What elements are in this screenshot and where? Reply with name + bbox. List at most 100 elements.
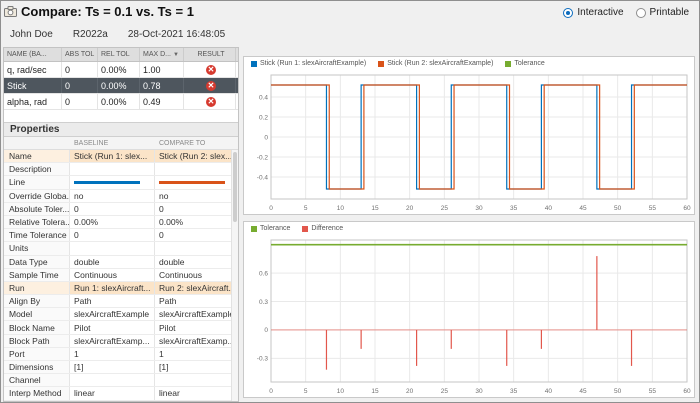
- radio-dot-icon: [563, 7, 574, 18]
- property-baseline-value[interactable]: [1]: [70, 361, 155, 374]
- svg-text:0: 0: [269, 388, 273, 395]
- properties-scrollbar[interactable]: [231, 150, 238, 401]
- property-compare-value[interactable]: 0.00%: [155, 216, 238, 228]
- signal-chart[interactable]: 0 5 10 15 20 25 30 35 40 45 50 55 60 -0.4 -0.2 0 0.2 0.4: [244, 70, 694, 213]
- column-header-label: ABS TOL: [65, 51, 95, 58]
- property-compare-value[interactable]: slexAircraftExample: [155, 308, 238, 320]
- properties-section-title: Properties: [10, 124, 60, 135]
- property-baseline-value[interactable]: slexAircraftExample: [70, 308, 155, 321]
- property-compare-value[interactable]: 0: [155, 229, 238, 241]
- property-baseline-value[interactable]: 0.00%: [70, 215, 155, 229]
- legend-item-stick-run-2-slexaircraftexample[interactable]: Stick (Run 2: slexAircraftExample): [378, 60, 493, 67]
- property-baseline-value[interactable]: Continuous: [70, 268, 155, 281]
- legend-item-stick-run-1-slexaircraftexample[interactable]: Stick (Run 1: slexAircraftExample): [251, 60, 366, 67]
- property-baseline-value[interactable]: [70, 176, 155, 189]
- results-column-header-rel-tol[interactable]: REL TOL: [98, 48, 140, 61]
- svg-text:0.4: 0.4: [259, 94, 268, 101]
- property-compare-value[interactable]: Path: [155, 295, 238, 307]
- property-row-align-by: Align By Path Path: [4, 295, 238, 309]
- properties-column-compare-to: COMPARE TO: [159, 139, 206, 147]
- property-baseline-value[interactable]: 1: [70, 347, 155, 360]
- property-label: Align By: [4, 295, 70, 308]
- property-compare-value[interactable]: 0: [155, 203, 238, 215]
- legend-swatch: [378, 60, 385, 67]
- result-row-alpha-rad[interactable]: alpha, rad 0 0.00% 0.49 ✕: [4, 94, 238, 110]
- result-row-q-rad-sec[interactable]: q, rad/sec 0 0.00% 1.00 ✕: [4, 62, 238, 78]
- result-row-stick[interactable]: Stick 0 0.00% 0.78 ✕: [4, 78, 238, 94]
- property-baseline-value[interactable]: Run 1: slexAircraft...: [70, 281, 155, 295]
- property-compare-value[interactable]: Pilot: [155, 321, 238, 333]
- radio-printable[interactable]: Printable: [635, 7, 689, 18]
- property-compare-value[interactable]: linear: [155, 387, 238, 399]
- scrollbar-thumb[interactable]: [233, 152, 237, 222]
- property-baseline-value[interactable]: Pilot: [70, 321, 155, 334]
- legend-item-tolerance[interactable]: Tolerance: [505, 60, 545, 67]
- legend-swatch: [302, 225, 309, 232]
- difference-chart[interactable]: 0 5 10 15 20 25 30 35 40 45 50 55 60 -0.3 0 0.3 0.6: [244, 235, 694, 396]
- property-baseline-value[interactable]: 0: [70, 202, 155, 215]
- property-compare-value[interactable]: 1: [155, 348, 238, 360]
- sort-descending-icon: ▼: [173, 51, 179, 58]
- svg-text:0: 0: [264, 327, 268, 334]
- results-column-header-max-d[interactable]: MAX D... ▼: [140, 48, 184, 61]
- signal-name: Stick: [4, 78, 62, 93]
- max-diff-value: 0.78: [140, 78, 184, 93]
- camera-icon[interactable]: [4, 4, 17, 22]
- svg-text:20: 20: [406, 388, 414, 395]
- property-compare-value[interactable]: slexAircraftExamp...: [155, 335, 238, 347]
- property-row-interp-method: Interp Method linear linear: [4, 387, 238, 401]
- property-baseline-value[interactable]: Stick (Run 1: slex...: [70, 150, 155, 163]
- svg-text:25: 25: [441, 205, 449, 212]
- property-label: Dimensions: [4, 361, 70, 374]
- property-row-override-globa: Override Globa... no no: [4, 189, 238, 203]
- column-header-label: NAME (BA...: [7, 51, 47, 58]
- property-label: Relative Tolera...: [4, 215, 70, 229]
- svg-text:35: 35: [510, 388, 518, 395]
- column-header-label: RESULT: [197, 51, 225, 58]
- property-baseline-value[interactable]: linear: [70, 387, 155, 400]
- legend-item-difference[interactable]: Difference: [302, 225, 343, 232]
- property-baseline-value[interactable]: [70, 163, 155, 176]
- property-label: Absolute Toler...: [4, 202, 70, 215]
- property-baseline-value[interactable]: double: [70, 255, 155, 268]
- property-row-time-tolerance: Time Tolerance 0 0: [4, 229, 238, 243]
- legend-swatch: [505, 60, 512, 67]
- abs-tol-value: 0: [62, 94, 98, 109]
- svg-text:40: 40: [545, 205, 553, 212]
- rel-tol-value: 0.00%: [98, 62, 140, 77]
- property-compare-value[interactable]: [155, 176, 238, 188]
- svg-text:35: 35: [510, 205, 518, 212]
- results-column-header-name-ba[interactable]: NAME (BA...: [4, 48, 62, 61]
- results-column-header-abs-tol[interactable]: ABS TOL: [62, 48, 98, 61]
- property-baseline-value[interactable]: [70, 374, 155, 387]
- radio-label: Interactive: [577, 7, 624, 18]
- property-compare-value[interactable]: [1]: [155, 361, 238, 373]
- report-timestamp: 28-Oct-2021 16:48:05: [127, 29, 226, 40]
- property-compare-value[interactable]: Continuous: [155, 269, 238, 281]
- property-baseline-value[interactable]: [70, 242, 155, 255]
- results-column-header-result[interactable]: RESULT: [184, 48, 236, 61]
- abs-tol-value: 0: [62, 62, 98, 77]
- result-cell: ✕: [184, 94, 236, 109]
- properties-table: Name Stick (Run 1: slex... Stick (Run 2: s…: [4, 150, 238, 401]
- property-compare-value[interactable]: [155, 374, 238, 386]
- fail-icon: ✕: [206, 64, 216, 75]
- property-compare-value[interactable]: [155, 163, 238, 175]
- property-compare-value[interactable]: no: [155, 190, 238, 202]
- property-compare-value[interactable]: [155, 242, 238, 254]
- property-baseline-value[interactable]: Path: [70, 295, 155, 308]
- property-compare-value[interactable]: Run 2: slexAircraft...: [155, 281, 238, 295]
- radio-interactive[interactable]: Interactive: [563, 7, 624, 18]
- legend-label: Difference: [311, 225, 344, 232]
- svg-text:30: 30: [475, 388, 483, 395]
- property-label: Units: [4, 242, 70, 255]
- property-baseline-value[interactable]: no: [70, 189, 155, 202]
- property-compare-value[interactable]: double: [155, 256, 238, 268]
- property-baseline-value[interactable]: slexAircraftExamp...: [70, 334, 155, 347]
- baseline-line-swatch: [74, 180, 140, 184]
- max-diff-value: 1.00: [140, 62, 184, 77]
- svg-text:0.3: 0.3: [259, 299, 268, 306]
- legend-item-tolerance[interactable]: Tolerance: [251, 225, 290, 232]
- property-baseline-value[interactable]: 0: [70, 229, 155, 242]
- property-compare-value[interactable]: Stick (Run 2: slex...: [155, 150, 238, 163]
